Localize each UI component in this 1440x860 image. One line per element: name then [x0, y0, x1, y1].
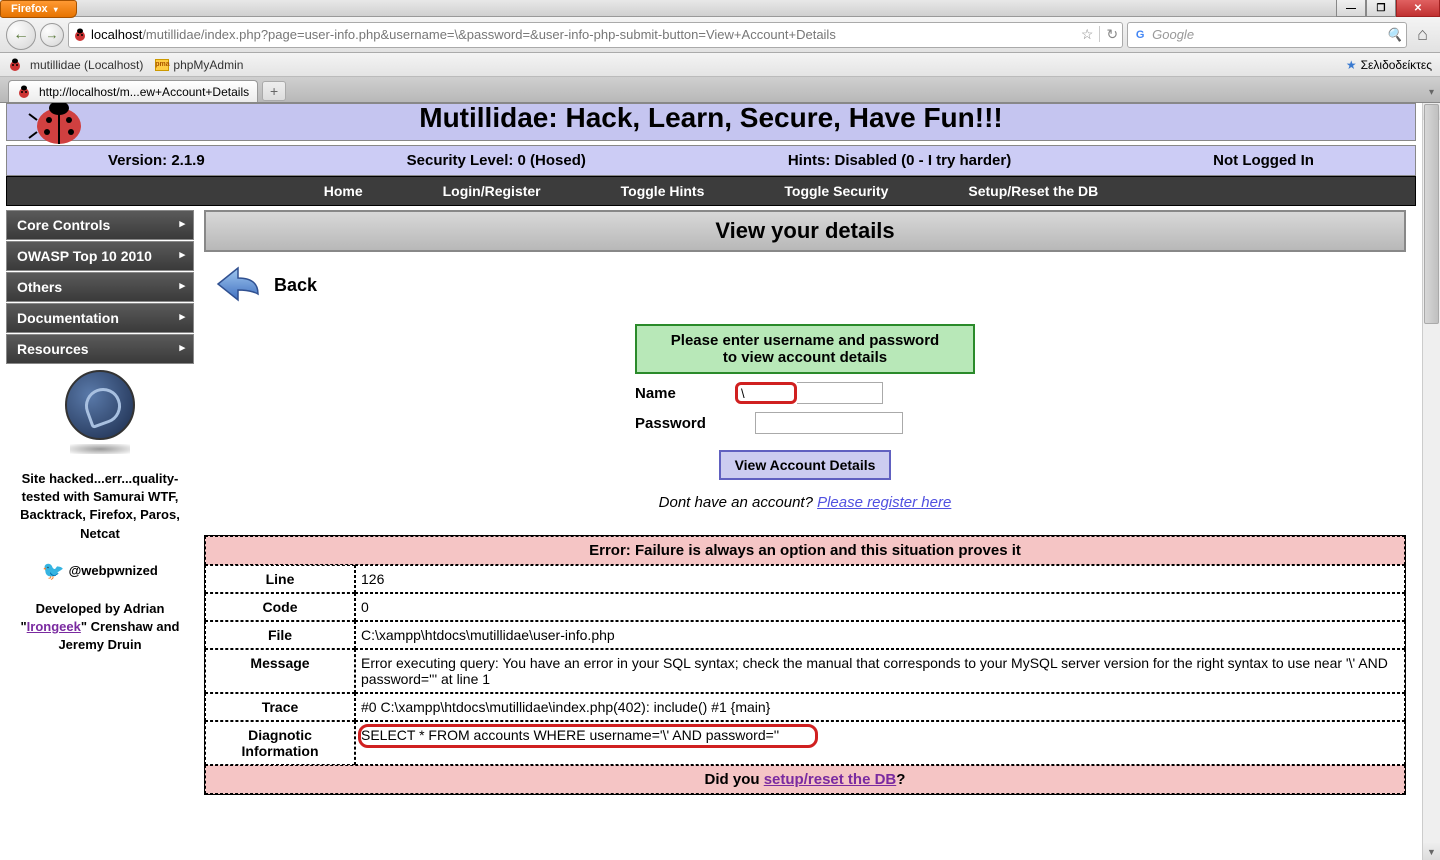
err-msg-val: Error executing query: You have an error… — [355, 649, 1405, 693]
back-button[interactable]: ← — [6, 20, 36, 50]
bookmark-label: mutillidae (Localhost) — [30, 58, 143, 72]
err-trace-key: Trace — [205, 693, 355, 721]
bookmark-star-icon[interactable]: ☆ — [1081, 26, 1094, 43]
star-icon: ★ — [1346, 58, 1357, 72]
ladybug-icon — [27, 103, 87, 144]
sidebar-item-others[interactable]: Others — [6, 272, 194, 302]
login-status-label: Not Logged In — [1213, 152, 1314, 169]
sidebar-item-owasp[interactable]: OWASP Top 10 2010 — [6, 241, 194, 271]
twitter-icon: 🐦 — [42, 559, 64, 584]
err-msg-key: Message — [205, 649, 355, 693]
page-title: View your details — [204, 210, 1406, 252]
version-label: Version: 2.1.9 — [108, 152, 205, 169]
register-link[interactable]: Please register here — [817, 494, 951, 511]
irongeek-link[interactable]: Irongeek — [27, 619, 81, 634]
tab-label: http://localhost/m...ew+Account+Details — [39, 85, 249, 99]
url-path: /mutillidae/index.php?page=user-info.php… — [142, 27, 836, 42]
window-titlebar: Firefox — ❐ ✕ — [0, 0, 1440, 17]
sidebar-blurb: Site hacked...err...quality-tested with … — [6, 462, 194, 551]
search-icon[interactable]: 🔍 — [1386, 27, 1402, 43]
error-footer: Did you setup/reset the DB? — [205, 765, 1405, 794]
hints-label: Hints: Disabled (0 - I try harder) — [788, 152, 1011, 169]
tab-active[interactable]: http://localhost/m...ew+Account+Details — [8, 80, 258, 102]
err-diag-val: SELECT * FROM accounts WHERE username='\… — [355, 721, 1405, 765]
scroll-down-icon[interactable]: ▼ — [1423, 843, 1440, 860]
nav-login[interactable]: Login/Register — [443, 183, 541, 199]
view-account-button[interactable]: View Account Details — [719, 450, 892, 480]
bug-icon — [8, 58, 22, 72]
err-file-key: File — [205, 621, 355, 649]
tab-bar: http://localhost/m...ew+Account+Details … — [0, 77, 1440, 103]
name-input-tail[interactable] — [797, 382, 883, 404]
minimize-button[interactable]: — — [1336, 0, 1366, 17]
site-identity-icon — [73, 28, 87, 42]
url-host: localhost — [91, 27, 142, 42]
nav-toggle-security[interactable]: Toggle Security — [784, 183, 888, 199]
password-label: Password — [635, 415, 735, 432]
owasp-logo — [6, 370, 194, 454]
vertical-scrollbar[interactable]: ▲ ▼ — [1422, 103, 1440, 860]
name-input[interactable] — [735, 382, 797, 404]
nav-toggle-hints[interactable]: Toggle Hints — [621, 183, 705, 199]
bookmarks-menu-button[interactable]: ★ Σελιδοδείκτες — [1346, 58, 1432, 72]
sidebar-item-resources[interactable]: Resources — [6, 334, 194, 364]
name-label: Name — [635, 385, 735, 402]
bug-icon — [17, 85, 31, 99]
search-input[interactable]: G Google 🔍 — [1127, 22, 1407, 48]
bookmarks-toolbar: mutillidae (Localhost) pma phpMyAdmin ★ … — [0, 53, 1440, 77]
bookmark-label: phpMyAdmin — [173, 58, 243, 72]
tab-overflow-icon[interactable]: ▾ — [1429, 87, 1434, 98]
firefox-menu-button[interactable]: Firefox — [0, 0, 77, 18]
forward-button[interactable]: → — [40, 23, 64, 47]
google-icon: G — [1132, 27, 1148, 43]
login-form: Please enter username and password to vi… — [635, 324, 975, 511]
error-table: Error: Failure is always an option and t… — [204, 535, 1406, 795]
sidebar-item-core[interactable]: Core Controls — [6, 210, 194, 240]
err-code-key: Code — [205, 593, 355, 621]
back-label[interactable]: Back — [274, 275, 317, 296]
err-line-key: Line — [205, 565, 355, 593]
setup-db-link[interactable]: setup/reset the DB — [764, 771, 897, 788]
navigation-toolbar: ← → localhost/mutillidae/index.php?page=… — [0, 17, 1440, 53]
sidebar: Core Controls OWASP Top 10 2010 Others D… — [6, 210, 194, 795]
back-arrow-icon[interactable] — [214, 264, 262, 306]
info-bar: Version: 2.1.9 Security Level: 0 (Hosed)… — [6, 145, 1416, 176]
search-placeholder: Google — [1152, 27, 1194, 42]
main-panel: View your details Back Please enter user… — [194, 210, 1416, 795]
close-button[interactable]: ✕ — [1396, 0, 1440, 17]
err-code-val: 0 — [355, 593, 1405, 621]
scrollbar-thumb[interactable] — [1424, 104, 1439, 324]
bookmark-mutillidae[interactable]: mutillidae (Localhost) — [8, 58, 143, 72]
err-diag-key: Diagnotic Information — [205, 721, 355, 765]
phpmyadmin-icon: pma — [155, 59, 169, 71]
err-line-val: 126 — [355, 565, 1405, 593]
app-header: Mutillidae: Hack, Learn, Secure, Have Fu… — [6, 103, 1416, 141]
err-file-val: C:\xampp\htdocs\mutillidae\user-info.php — [355, 621, 1405, 649]
sidebar-item-docs[interactable]: Documentation — [6, 303, 194, 333]
nav-home[interactable]: Home — [324, 183, 363, 199]
nav-setup-db[interactable]: Setup/Reset the DB — [968, 183, 1098, 199]
developed-by: Developed by Adrian "Irongeek" Crenshaw … — [6, 592, 194, 663]
twitter-handle[interactable]: @webpwnized — [69, 562, 158, 580]
bookmarks-label: Σελιδοδείκτες — [1361, 58, 1432, 72]
main-nav: Home Login/Register Toggle Hints Toggle … — [6, 176, 1416, 206]
home-button[interactable]: ⌂ — [1411, 24, 1434, 45]
password-input[interactable] — [755, 412, 903, 434]
app-title: Mutillidae: Hack, Learn, Secure, Have Fu… — [7, 104, 1415, 132]
reload-button[interactable]: ↻ — [1106, 26, 1118, 43]
bookmark-phpmyadmin[interactable]: pma phpMyAdmin — [155, 58, 243, 72]
err-trace-val: #0 C:\xampp\htdocs\mutillidae\index.php(… — [355, 693, 1405, 721]
new-tab-button[interactable]: + — [262, 81, 286, 101]
security-level-label: Security Level: 0 (Hosed) — [407, 152, 586, 169]
register-prompt: Dont have an account? — [659, 494, 817, 511]
error-heading: Error: Failure is always an option and t… — [205, 536, 1405, 565]
maximize-button[interactable]: ❐ — [1366, 0, 1396, 17]
url-input[interactable]: localhost/mutillidae/index.php?page=user… — [68, 22, 1123, 48]
form-heading: Please enter username and password to vi… — [635, 324, 975, 374]
